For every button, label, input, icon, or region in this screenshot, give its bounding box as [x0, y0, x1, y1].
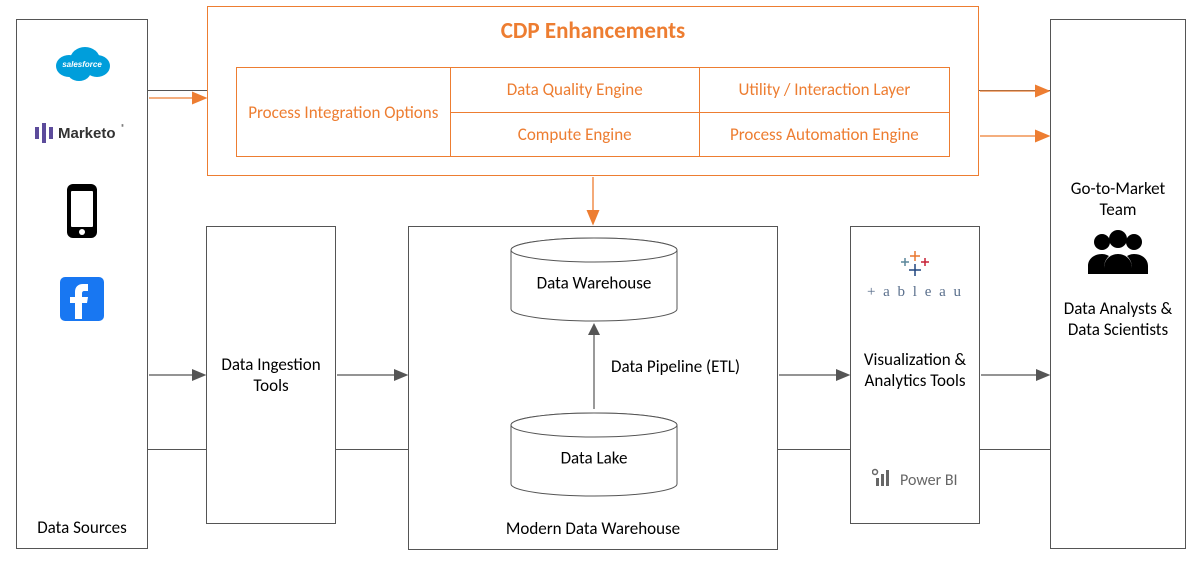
- powerbi-icon: [872, 474, 896, 493]
- viz-tools-label: Visualization & Analytics Tools: [857, 349, 973, 391]
- cdp-grid: Process Integration Options Data Quality…: [236, 67, 950, 157]
- modern-data-warehouse-label: Modern Data Warehouse: [409, 518, 777, 539]
- cdp-data-quality: Data Quality Engine: [451, 68, 699, 113]
- data-ingestion-box: Data Ingestion Tools: [206, 226, 336, 524]
- go-to-market-label: Go-to-Market Team: [1051, 178, 1185, 220]
- tableau-icon: [898, 265, 932, 284]
- pipeline-arrow-icon: [586, 323, 602, 411]
- data-warehouse-label: Data Warehouse: [509, 272, 679, 293]
- cdp-process-automation: Process Automation Engine: [700, 113, 949, 157]
- salesforce-icon: salesforce: [47, 38, 117, 89]
- data-lake-label: Data Lake: [509, 447, 679, 468]
- cdp-process-integration: Process Integration Options: [237, 68, 451, 156]
- people-icon: [1082, 264, 1154, 283]
- modern-data-warehouse-box: Data Warehouse Data Lake Data Pipeline (…: [408, 226, 778, 550]
- cdp-title: CDP Enhancements: [208, 17, 978, 45]
- powerbi-label: Power BI: [900, 471, 958, 490]
- cdp-enhancements-box: CDP Enhancements Process Integration Opt…: [207, 6, 979, 176]
- facebook-icon: [58, 275, 106, 328]
- data-warehouse-cylinder: Data Warehouse: [509, 237, 679, 322]
- data-lake-cylinder: Data Lake: [509, 412, 679, 497]
- data-analysts-label: Data Analysts & Data Scientists: [1051, 298, 1185, 340]
- data-sources-label: Data Sources: [17, 517, 147, 538]
- marketo-icon: Marketo ®: [33, 119, 131, 152]
- data-ingestion-label: Data Ingestion Tools: [207, 354, 335, 396]
- svg-text:Marketo: Marketo: [58, 125, 116, 142]
- cdp-compute-engine: Compute Engine: [451, 113, 699, 157]
- svg-text:®: ®: [121, 123, 125, 133]
- cdp-utility-layer: Utility / Interaction Layer: [700, 68, 949, 113]
- data-sources-box: salesforce Marketo ®: [16, 19, 148, 549]
- tableau-label: + a b l e a u: [851, 284, 979, 301]
- viz-tools-box: + a b l e a u Visualization & Analytics …: [850, 226, 980, 524]
- right-box: Go-to-Market Team Data Analysts & Data S…: [1050, 19, 1186, 549]
- svg-text:salesforce: salesforce: [62, 60, 102, 69]
- phone-icon: [61, 182, 103, 245]
- pipeline-label: Data Pipeline (ETL): [611, 356, 740, 377]
